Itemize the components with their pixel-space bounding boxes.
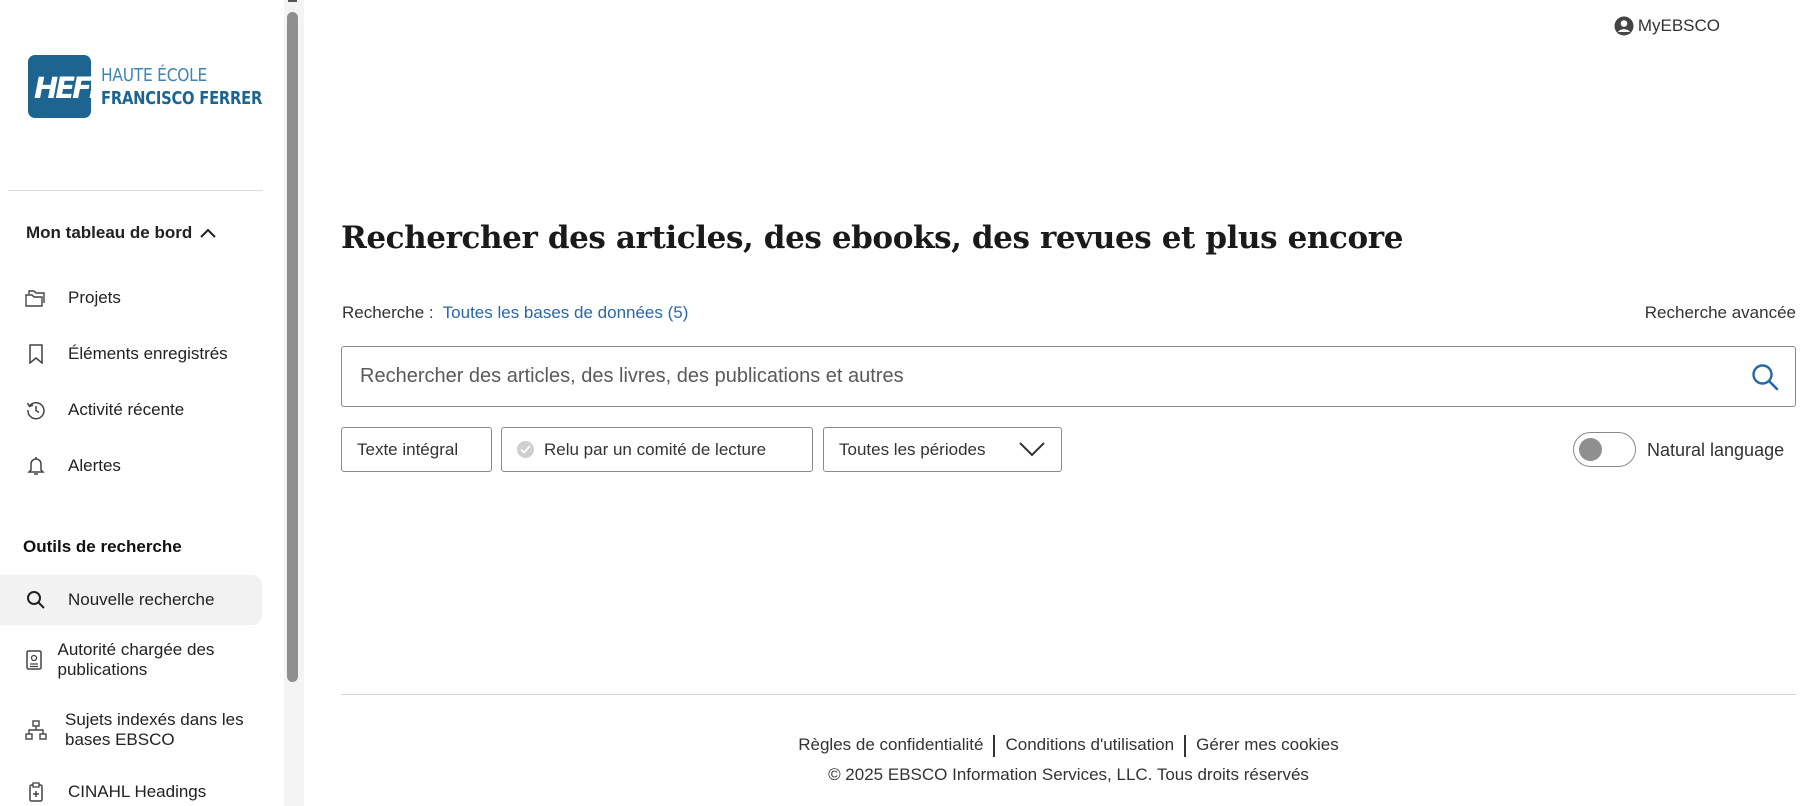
period-dropdown[interactable]: Toutes les périodes [823, 427, 1062, 472]
sidebar-item-projets[interactable]: Projets [0, 284, 262, 312]
sidebar-item-label: Autorité chargée des publications [57, 640, 215, 679]
sidebar-item-label: Alertes [68, 456, 121, 475]
myebsco-account-button[interactable]: MyEBSCO [1614, 16, 1720, 36]
terms-of-use-link[interactable]: Conditions d'utilisation [995, 735, 1184, 757]
logo-line2: FRANCISCO FERRER [101, 87, 263, 109]
sidebar-item-label: Projets [68, 288, 121, 307]
full-text-filter-label: Texte intégral [357, 439, 459, 459]
publication-icon [24, 648, 44, 672]
toggle-knob [1579, 438, 1602, 461]
sidebar-item-label: Sujets indexés dans les bases EBSCO [65, 710, 244, 749]
sidebar: HEFF HAUTE ÉCOLE FRANCISCO FERRER Mon ta… [0, 0, 284, 806]
full-text-filter-button[interactable]: Texte intégral [341, 427, 492, 472]
natural-language-label: Natural language [1647, 440, 1785, 460]
clipboard-icon [24, 780, 48, 804]
footer-divider [341, 694, 1796, 695]
sidebar-item-new-search[interactable]: Nouvelle recherche [0, 575, 262, 625]
logo-text: HAUTE ÉCOLE FRANCISCO FERRER [101, 64, 284, 110]
page-title: Rechercher des articles, des ebooks, des… [341, 220, 1404, 256]
sidebar-item-saved[interactable]: Éléments enregistrés [0, 340, 262, 368]
search-scope-label: Recherche : [342, 303, 434, 322]
sidebar-item-subjects[interactable]: Sujets indexés dans les bases EBSCO [0, 707, 262, 753]
tools-heading: Outils de recherche [23, 537, 182, 556]
copyright-text: © 2025 EBSCO Information Services, LLC. … [828, 765, 1309, 784]
sidebar-item-label: Nouvelle recherche [68, 590, 215, 609]
chevron-up-icon [200, 228, 216, 238]
search-box [341, 346, 1796, 407]
bookmark-icon [24, 342, 48, 366]
dashboard-label: Mon tableau de bord [26, 223, 193, 242]
logo-mark-text: HEFF [34, 71, 109, 105]
advanced-search-link[interactable]: Recherche avancée [1645, 303, 1796, 323]
sidebar-divider [8, 190, 263, 191]
sidebar-item-label: CINAHL Headings [68, 782, 207, 801]
chevron-down-icon [1019, 442, 1045, 457]
sidebar-item-cinahl[interactable]: CINAHL Headings [0, 778, 262, 806]
institution-logo[interactable]: HEFF HAUTE ÉCOLE FRANCISCO FERRER [28, 55, 284, 118]
peer-reviewed-filter-button[interactable]: Relu par un comité de lecture [501, 427, 813, 472]
folder-icon [24, 286, 48, 310]
manage-cookies-link[interactable]: Gérer mes cookies [1186, 735, 1349, 757]
period-dropdown-label: Toutes les périodes [839, 439, 986, 459]
peer-reviewed-filter-label: Relu par un comité de lecture [544, 439, 767, 459]
search-icon [24, 588, 48, 612]
myebsco-label: MyEBSCO [1637, 16, 1720, 35]
search-submit-button[interactable] [1749, 361, 1781, 393]
search-scope: Recherche : Toutes les bases de données … [342, 303, 688, 323]
sidebar-item-publications[interactable]: Autorité chargée des publications [0, 637, 262, 683]
bell-icon [24, 454, 48, 478]
hierarchy-icon [24, 718, 48, 742]
dashboard-toggle[interactable]: Mon tableau de bord [26, 223, 217, 243]
natural-language-toggle[interactable] [1573, 432, 1636, 467]
footer-links: Règles de confidentialité Conditions d'u… [341, 735, 1796, 757]
sidebar-scroll-thumb[interactable] [287, 12, 298, 682]
sidebar-item-recent[interactable]: Activité récente [0, 396, 262, 424]
sidebar-item-label: Activité récente [68, 400, 185, 419]
scroll-up-arrow[interactable] [288, 0, 297, 2]
search-input[interactable] [360, 347, 1720, 406]
privacy-policy-link[interactable]: Règles de confidentialité [788, 735, 993, 757]
check-circle-icon [517, 441, 534, 458]
logo-line1: HAUTE ÉCOLE [101, 64, 208, 86]
user-account-icon [1614, 16, 1634, 36]
sidebar-item-label: Éléments enregistrés [68, 344, 228, 363]
search-icon [1752, 364, 1779, 391]
database-selector-link[interactable]: Toutes les bases de données (5) [443, 303, 689, 323]
history-icon [24, 398, 48, 422]
logo-mark: HEFF [28, 55, 109, 118]
sidebar-item-alerts[interactable]: Alertes [0, 452, 262, 480]
